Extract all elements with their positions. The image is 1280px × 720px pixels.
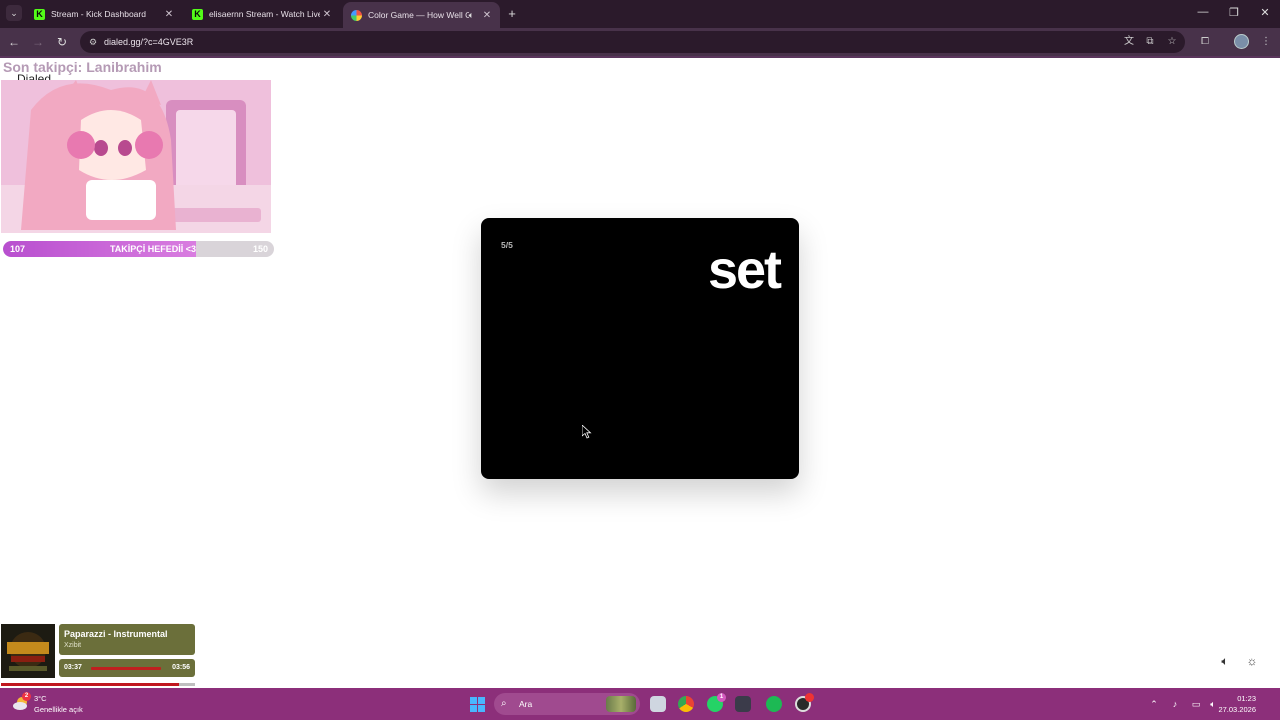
tab-title: elisaernn Stream - Watch Live o [209, 9, 320, 19]
kick-icon: K [34, 8, 45, 20]
weather-badge: 2 [22, 692, 31, 701]
address-bar[interactable]: ⚙ dialed.gg/?c=4GVE3R ⽂ ⧉ ☆ [80, 31, 1185, 53]
windows-start-icon[interactable] [470, 697, 485, 712]
color-game-card[interactable]: 5/5 set [481, 218, 799, 479]
track-elapsed: 03:37 [64, 664, 82, 671]
album-art-image [1, 624, 55, 678]
avatar[interactable] [1234, 34, 1249, 49]
track-progress-bar [1, 683, 195, 686]
extensions-icon[interactable]: ⧠ [1198, 35, 1212, 49]
network-icon[interactable]: ▭ [1190, 698, 1202, 710]
goal-max-count: 150 [252, 244, 268, 254]
brightness-sun-icon[interactable]: ☼ [1244, 653, 1260, 669]
track-title: Paparazzi - Instrumental [64, 629, 168, 639]
translate-icon[interactable]: ⽂ [1122, 35, 1136, 49]
goal-label: TAKİPÇİ HEFEDİİ <3 [109, 244, 197, 254]
microphone-icon[interactable]: ♪ [1169, 698, 1181, 710]
round-counter: 5/5 [501, 240, 513, 250]
color-wheel-icon [351, 9, 362, 21]
tab-color-game[interactable]: Color Game — How Well C 🔈︎ ✕ [343, 2, 500, 28]
loading-divider [0, 56, 1280, 58]
tab-kick-dashboard[interactable]: K Stream - Kick Dashboard ✕ [26, 0, 182, 28]
tab-search-chevron-icon[interactable]: ⌄ [6, 5, 22, 21]
search-icon: ⌕ [501, 698, 507, 709]
anime-artwork-image [1, 80, 271, 233]
recording-indicator [805, 693, 814, 702]
now-playing-time: 03:37 03:56 [59, 659, 195, 677]
track-duration: 03:56 [172, 664, 190, 671]
weather-temperature: 3°C [34, 694, 47, 703]
reload-icon[interactable]: ↻ [54, 34, 70, 50]
close-window-button[interactable]: ✕ [1255, 6, 1275, 19]
minimize-button[interactable]: — [1193, 6, 1213, 18]
volume-icon[interactable]: 🔈︎ [1217, 653, 1233, 669]
cast-icon[interactable]: ⧉ [1143, 35, 1157, 49]
new-tab-button[interactable]: + [505, 6, 519, 21]
weather-description: Genellikle açık [34, 705, 83, 714]
volume-tray-icon[interactable]: 🔈︎ [1207, 698, 1219, 710]
url-text: dialed.gg/?c=4GVE3R [104, 37, 194, 47]
tab-close-icon[interactable]: ✕ [480, 10, 494, 21]
spotify-icon[interactable] [766, 696, 782, 712]
browser-toolbar: ← → ↻ ⚙ dialed.gg/?c=4GVE3R ⽂ ⧉ ☆ ⧠ ⋮ [0, 28, 1280, 56]
search-placeholder: Ara [519, 699, 533, 709]
restore-button[interactable]: ❐ [1224, 6, 1244, 19]
tab-title: Stream - Kick Dashboard [51, 9, 146, 19]
app-icon[interactable] [735, 696, 751, 712]
clock-date[interactable]: 27.03.2026 [1218, 705, 1256, 714]
back-arrow-icon[interactable]: ← [6, 34, 22, 50]
whatsapp-badge: 1 [717, 693, 726, 702]
track-waveform [91, 667, 161, 670]
kick-icon: K [192, 8, 203, 20]
search-highlight-image [606, 696, 636, 712]
forward-arrow-icon[interactable]: → [30, 34, 46, 50]
tab-close-icon[interactable]: ✕ [162, 9, 176, 20]
chevron-up-icon[interactable]: ⌃ [1148, 698, 1160, 710]
tab-close-icon[interactable]: ✕ [320, 9, 334, 20]
chrome-icon[interactable] [678, 696, 694, 712]
menu-kebab-icon[interactable]: ⋮ [1259, 35, 1273, 49]
speaker-icon[interactable]: 🔈︎ [469, 10, 474, 21]
tab-kick-stream[interactable]: K elisaernn Stream - Watch Live o ✕ [184, 0, 340, 28]
taskbar: 2 3°C Genellikle açık ⌕ Ara 1 ⌃ ♪ ▭ 🔈︎ 0… [0, 688, 1280, 720]
file-explorer-icon[interactable] [650, 696, 666, 712]
clock-time[interactable]: 01:23 [1237, 694, 1256, 703]
taskbar-search-input[interactable]: ⌕ Ara [494, 693, 640, 715]
follower-goal-bar: 107 TAKİPÇİ HEFEDİİ <3 150 [3, 241, 274, 257]
game-word: set [707, 240, 782, 300]
bookmark-star-icon[interactable]: ☆ [1165, 35, 1179, 49]
site-info-icon[interactable]: ⚙ [86, 35, 100, 49]
mouse-cursor-icon [582, 425, 592, 439]
track-artist: Xzibit [64, 642, 82, 649]
track-progress-fill [1, 683, 180, 686]
browser-tab-strip: ⌄ K Stream - Kick Dashboard ✕ K elisaern… [0, 0, 1280, 28]
now-playing-info: Paparazzi - Instrumental Xzibit [59, 624, 195, 655]
tab-title: Color Game — How Well C [368, 10, 469, 20]
